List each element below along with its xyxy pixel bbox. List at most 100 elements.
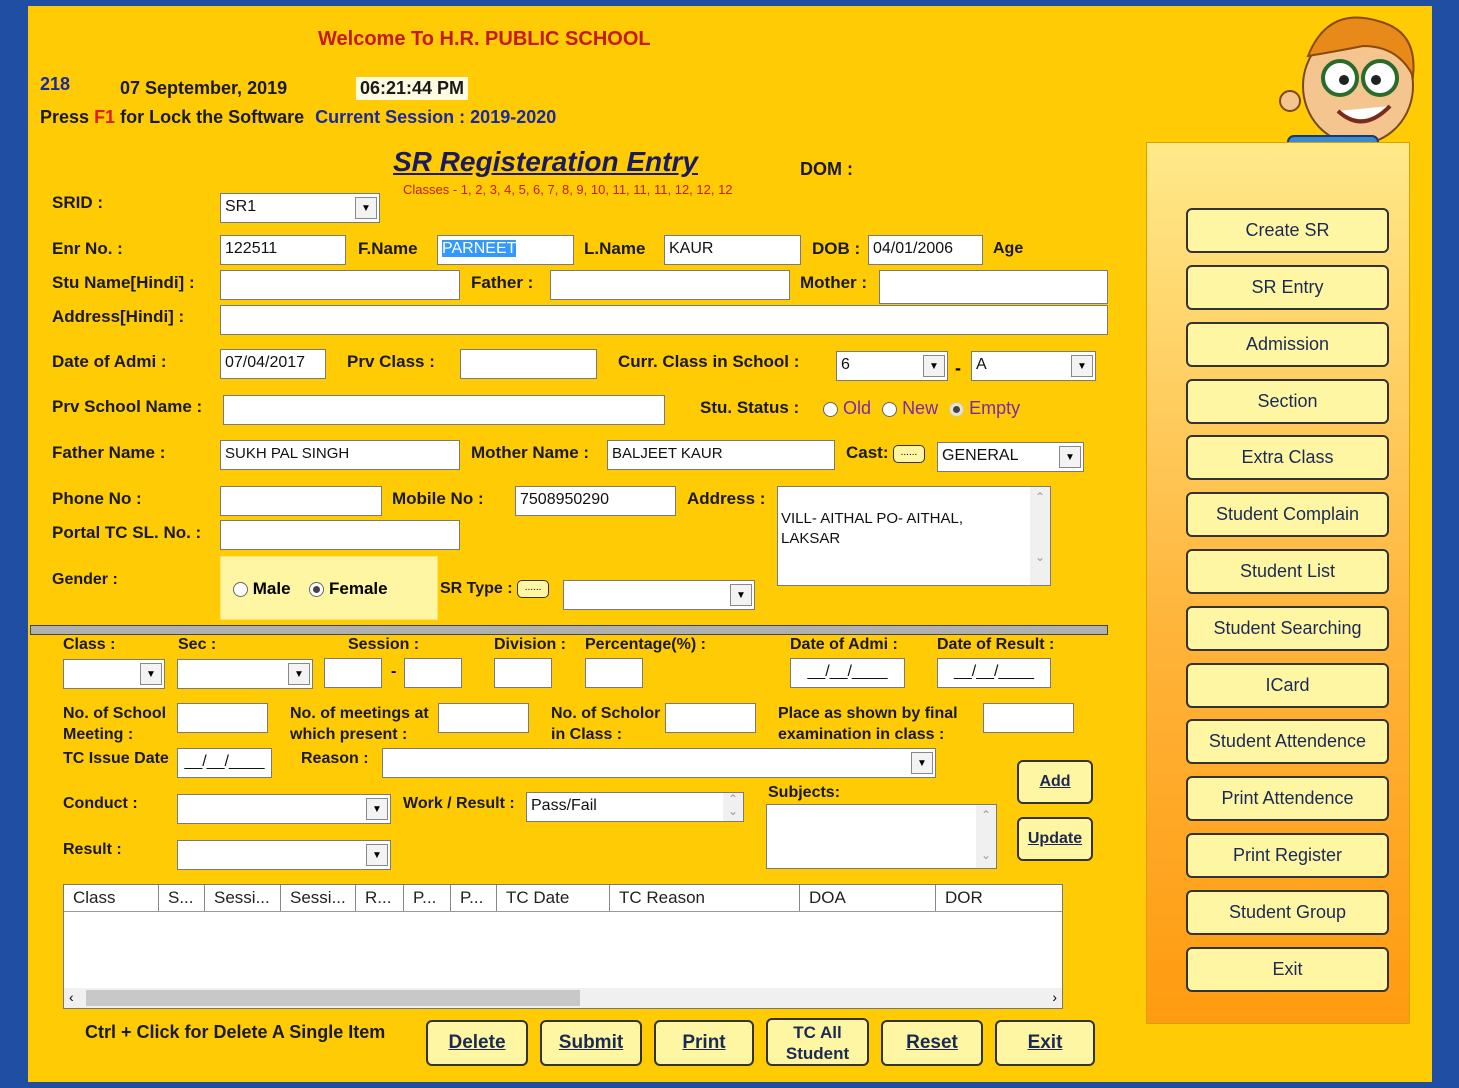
update-button[interactable]: Update	[1017, 817, 1093, 861]
print-button[interactable]: Print	[654, 1020, 754, 1066]
address-hindi-input[interactable]	[220, 305, 1108, 335]
dob-input[interactable]: 04/01/2006	[868, 235, 983, 265]
chevron-down-icon[interactable]: ▼	[911, 752, 933, 774]
division-input[interactable]	[494, 658, 552, 688]
work-result-input[interactable]: Pass/Fail ⌃ ⌄	[526, 792, 744, 822]
reason-select[interactable]: ▼	[382, 748, 936, 778]
chevron-down-icon[interactable]: ▼	[1071, 355, 1093, 377]
col-tc-reason[interactable]: TC Reason	[610, 885, 800, 911]
status-old-radio[interactable]	[823, 401, 838, 417]
col-r[interactable]: R...	[356, 885, 404, 911]
sidebar-item-student-attendence[interactable]: Student Attendence	[1186, 719, 1389, 764]
sidebar-item-icard[interactable]: ICard	[1186, 663, 1389, 708]
sidebar-item-student-list[interactable]: Student List	[1186, 549, 1389, 594]
father-hindi-input[interactable]	[550, 270, 790, 300]
exit-button[interactable]: Exit	[995, 1020, 1095, 1066]
class-label: Class :	[63, 636, 116, 653]
chevron-down-icon[interactable]: ▼	[366, 844, 388, 866]
sidebar-item-section[interactable]: Section	[1186, 379, 1389, 424]
lower-class-select[interactable]: ▼	[63, 659, 165, 689]
col-dor[interactable]: DOR	[936, 885, 1062, 911]
date-admi-input[interactable]: __/__/____	[790, 658, 905, 688]
school-meeting-input[interactable]	[177, 703, 268, 733]
col-p-1[interactable]: P...	[404, 885, 451, 911]
session-from-input[interactable]	[324, 658, 382, 688]
chevron-down-icon[interactable]: ▼	[366, 798, 388, 820]
chevron-down-icon[interactable]: ▼	[355, 197, 377, 219]
percentage-label: Percentage(%) :	[585, 636, 706, 653]
gender-male-radio[interactable]	[233, 582, 248, 598]
col-p-2[interactable]: P...	[451, 885, 497, 911]
portal-input[interactable]	[220, 520, 460, 550]
sidebar-item-admission[interactable]: Admission	[1186, 322, 1389, 367]
conduct-select[interactable]: ▼	[177, 794, 391, 824]
delete-button[interactable]: Delete	[426, 1020, 528, 1066]
sidebar-item-print-attendence[interactable]: Print Attendence	[1186, 776, 1389, 821]
chevron-down-icon[interactable]: ▼	[923, 355, 945, 377]
chevron-down-icon[interactable]: ▼	[1059, 446, 1081, 468]
sidebar-item-student-searching[interactable]: Student Searching	[1186, 606, 1389, 651]
status-new-radio[interactable]	[882, 401, 898, 417]
chevron-down-icon[interactable]: ▼	[288, 663, 310, 685]
phone-input[interactable]	[220, 486, 382, 516]
scroll-right-icon[interactable]: ›	[1052, 989, 1057, 1005]
scroll-thumb[interactable]	[86, 990, 580, 1006]
section-select[interactable]: A ▼	[971, 351, 1096, 381]
session-to-input[interactable]	[404, 658, 462, 688]
stu-hindi-input[interactable]	[220, 270, 460, 300]
sidebar-item-student-complain[interactable]: Student Complain	[1186, 492, 1389, 537]
chevron-down-icon[interactable]: ▼	[730, 584, 752, 606]
cast-select[interactable]: GENERAL ▼	[937, 442, 1084, 472]
lower-sec-select[interactable]: ▼	[177, 659, 313, 689]
prv-school-input[interactable]	[223, 395, 665, 425]
percentage-input[interactable]	[585, 658, 643, 688]
place-input[interactable]	[983, 703, 1074, 733]
col-tc-date[interactable]: TC Date	[497, 885, 610, 911]
prv-class-input[interactable]	[460, 349, 597, 379]
mobile-input[interactable]: 7508950290	[515, 486, 676, 516]
address-textarea[interactable]: VILL- AITHAL PO- AITHAL, LAKSAR ⌃ ⌄	[777, 486, 1051, 586]
tc-table[interactable]: Class S... Sessi... Sessi... R... P... P…	[63, 884, 1063, 1009]
father-name-input[interactable]: SUKH PAL SINGH	[220, 440, 460, 470]
sidebar-item-sr-entry[interactable]: SR Entry	[1186, 265, 1389, 310]
gender-female-radio[interactable]	[309, 582, 325, 598]
col-s[interactable]: S...	[159, 885, 205, 911]
srtype-button[interactable]: ......	[517, 580, 550, 598]
srtype-select[interactable]: ▼	[563, 580, 755, 610]
subjects-textarea[interactable]: ⌃ ⌄	[766, 804, 997, 869]
chevron-down-icon[interactable]: ▼	[140, 663, 162, 685]
submit-button[interactable]: Submit	[540, 1020, 642, 1066]
add-button[interactable]: Add	[1017, 760, 1093, 804]
address-scrollbar[interactable]: ⌃ ⌄	[1030, 487, 1050, 585]
work-result-spinner[interactable]: ⌃ ⌄	[723, 793, 743, 821]
col-doa[interactable]: DOA	[800, 885, 936, 911]
sidebar-item-student-group[interactable]: Student Group	[1186, 890, 1389, 935]
scroll-left-icon[interactable]: ‹	[69, 989, 74, 1005]
mother-name-input[interactable]: BALJEET KAUR	[607, 440, 835, 470]
fname-input[interactable]: PARNEET	[437, 235, 574, 265]
date-result-input[interactable]: __/__/____	[937, 658, 1051, 688]
admi-input[interactable]: 07/04/2017	[220, 349, 326, 379]
subjects-scrollbar[interactable]: ⌃ ⌄	[976, 805, 996, 868]
mother-hindi-input[interactable]	[879, 270, 1108, 304]
result-select[interactable]: ▼	[177, 840, 391, 870]
curr-class-select[interactable]: 6 ▼	[836, 351, 948, 381]
table-horizontal-scrollbar[interactable]: ‹ ›	[64, 988, 1062, 1008]
col-session-1[interactable]: Sessi...	[205, 885, 281, 911]
tc-all-student-button[interactable]: TC All Student	[766, 1018, 869, 1066]
sidebar-item-exit[interactable]: Exit	[1186, 947, 1389, 992]
sidebar-item-print-register[interactable]: Print Register	[1186, 833, 1389, 878]
srid-select[interactable]: SR1 ▼	[220, 193, 380, 223]
status-empty-radio[interactable]	[949, 401, 965, 417]
reset-button[interactable]: Reset	[881, 1020, 983, 1066]
lname-input[interactable]: KAUR	[664, 235, 801, 265]
meetings-present-input[interactable]	[438, 703, 529, 733]
scholor-input[interactable]	[665, 703, 756, 733]
tc-issue-input[interactable]: __/__/____	[177, 748, 272, 778]
sidebar-item-extra-class[interactable]: Extra Class	[1186, 435, 1389, 480]
col-class[interactable]: Class	[64, 885, 159, 911]
sidebar-item-create-sr[interactable]: Create SR	[1186, 208, 1389, 253]
col-session-2[interactable]: Sessi...	[281, 885, 356, 911]
enr-input[interactable]: 122511	[220, 235, 346, 265]
cast-button[interactable]: ......	[892, 444, 925, 463]
